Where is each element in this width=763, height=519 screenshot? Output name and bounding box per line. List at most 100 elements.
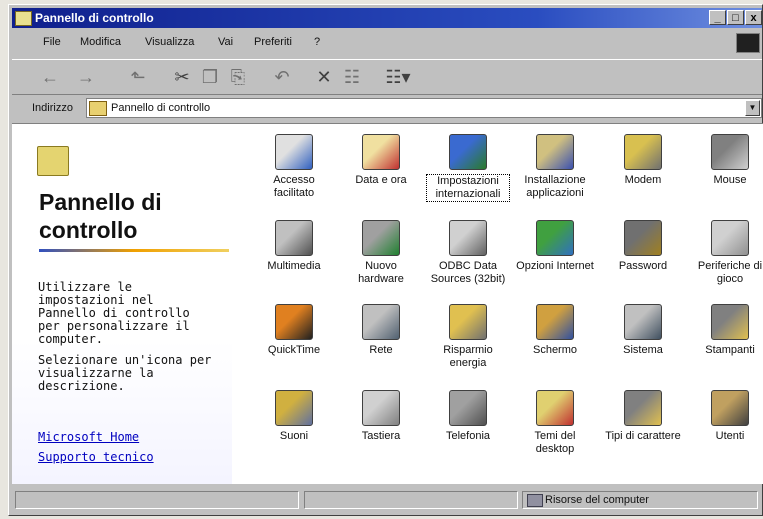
control-panel-item[interactable]: Installazione applicazioni: [513, 124, 597, 200]
item-label: QuickTime: [267, 344, 321, 356]
panel-description: Utilizzare le impostazioni nel Pannello …: [38, 280, 190, 346]
title-divider: [39, 249, 229, 252]
toolbar: ← → ⬑ ✂ ❐ ⎘ ↶ ✕ ☷ ☷▾: [12, 59, 762, 95]
maximize-button[interactable]: □: [727, 10, 744, 25]
telephony-icon: [449, 390, 487, 426]
paste-icon[interactable]: ⎘: [226, 66, 250, 88]
install-apps-icon: [536, 134, 574, 170]
item-label: Periferiche di gioco: [697, 260, 763, 285]
control-panel-item[interactable]: Impostazioni internazionali: [426, 124, 510, 202]
control-panel-window: Pannello di controllo _ □ x File Modific…: [8, 4, 763, 516]
item-label: Stampanti: [705, 344, 755, 356]
control-panel-item[interactable]: Rete: [339, 294, 423, 357]
menu-visualizza[interactable]: Visualizza: [145, 36, 194, 48]
title-bar[interactable]: Pannello di controllo _ □ x: [12, 8, 762, 28]
control-panel-item[interactable]: Modem: [601, 124, 685, 187]
control-panel-item[interactable]: QuickTime: [252, 294, 336, 357]
menu-bar: File Modifica Visualizza Vai Preferiti ?: [12, 32, 762, 53]
odbc-icon: [449, 220, 487, 256]
forward-arrow-icon[interactable]: →: [74, 66, 98, 88]
address-field[interactable]: Pannello di controllo ▼: [86, 98, 762, 118]
computer-small-icon: [527, 494, 543, 507]
item-label: Modem: [624, 174, 662, 186]
item-label: Data e ora: [355, 174, 407, 186]
control-panel-item[interactable]: Risparmio energia: [426, 294, 510, 370]
address-bar: Indirizzo Pannello di controllo ▼: [12, 97, 762, 119]
fonts-folder-icon: [624, 390, 662, 426]
address-dropdown-icon[interactable]: ▼: [745, 100, 760, 116]
item-label: Password: [618, 260, 668, 272]
menu-vai[interactable]: Vai: [218, 36, 233, 48]
control-panel-item[interactable]: Opzioni Internet: [513, 210, 597, 273]
properties-icon[interactable]: ☷: [340, 66, 364, 88]
control-panel-item[interactable]: Stampanti: [688, 294, 763, 357]
control-panel-item[interactable]: Utenti: [688, 380, 763, 443]
accessibility-icon: [275, 134, 313, 170]
item-label: Utenti: [715, 430, 745, 442]
control-panel-item[interactable]: Data e ora: [339, 124, 423, 187]
control-panel-small-icon: [89, 101, 107, 116]
support-link[interactable]: Supporto tecnico: [38, 450, 154, 464]
users-icon: [711, 390, 749, 426]
item-label: Suoni: [279, 430, 309, 442]
item-label: Sistema: [623, 344, 663, 356]
keys-icon: [624, 220, 662, 256]
back-arrow-icon[interactable]: ←: [38, 66, 62, 88]
network-icon: [362, 304, 400, 340]
calendar-clock-icon: [362, 134, 400, 170]
control-panel-item[interactable]: Accesso facilitato: [252, 124, 336, 200]
panel-hint: Selezionare un'icona per visualizzarne l…: [38, 353, 212, 393]
cut-icon[interactable]: ✂: [170, 66, 194, 88]
control-panel-item[interactable]: Schermo: [513, 294, 597, 357]
joystick-icon: [711, 220, 749, 256]
multimedia-icon: [275, 220, 313, 256]
control-panel-item[interactable]: ODBC Data Sources (32bit): [426, 210, 510, 286]
themes-icon: [536, 390, 574, 426]
control-panel-item[interactable]: Telefonia: [426, 380, 510, 443]
menu-help[interactable]: ?: [314, 36, 320, 48]
menu-modifica[interactable]: Modifica: [80, 36, 121, 48]
panel-title: Pannello di controllo: [39, 189, 162, 243]
globe-icon: [449, 134, 487, 170]
item-label: Risparmio energia: [443, 344, 493, 369]
item-label: Installazione applicazioni: [524, 174, 586, 199]
close-button[interactable]: x: [745, 10, 762, 25]
control-panel-item[interactable]: Temi del desktop: [513, 380, 597, 456]
item-label: Tipi di carattere: [605, 430, 681, 442]
window-title: Pannello di controllo: [35, 11, 154, 25]
windows-logo-icon: [736, 33, 760, 53]
control-panel-folder-icon: [37, 146, 69, 176]
display-icon: [536, 304, 574, 340]
menu-file[interactable]: File: [43, 36, 61, 48]
computer-icon: [624, 304, 662, 340]
control-panel-item[interactable]: Sistema: [601, 294, 685, 357]
control-panel-item[interactable]: Multimedia: [252, 210, 336, 273]
views-icon[interactable]: ☷▾: [378, 66, 418, 88]
copy-icon[interactable]: ❐: [198, 66, 222, 88]
internet-options-icon: [536, 220, 574, 256]
menu-preferiti[interactable]: Preferiti: [254, 36, 292, 48]
status-bar: Risorse del computer: [12, 487, 762, 511]
control-panel-item[interactable]: Suoni: [252, 380, 336, 443]
item-label: Opzioni Internet: [516, 260, 594, 272]
item-label: Mouse: [713, 174, 747, 186]
printers-folder-icon: [711, 304, 749, 340]
new-hardware-icon: [362, 220, 400, 256]
delete-icon[interactable]: ✕: [312, 66, 336, 88]
address-label: Indirizzo: [32, 102, 73, 114]
item-label: Telefonia: [445, 430, 491, 442]
up-folder-icon[interactable]: ⬑: [126, 66, 150, 88]
control-panel-item[interactable]: Tastiera: [339, 380, 423, 443]
control-panel-item[interactable]: Mouse: [688, 124, 763, 187]
item-label: Rete: [369, 344, 393, 356]
control-panel-item[interactable]: Nuovo hardware: [339, 210, 423, 286]
undo-icon[interactable]: ↶: [270, 66, 294, 88]
minimize-button[interactable]: _: [709, 10, 726, 25]
microsoft-home-link[interactable]: Microsoft Home: [38, 430, 139, 444]
status-pane-zone: Risorse del computer: [522, 491, 758, 509]
modem-phone-icon: [624, 134, 662, 170]
content-area: Pannello di controllo Utilizzare le impo…: [12, 123, 763, 484]
control-panel-item[interactable]: Password: [601, 210, 685, 273]
control-panel-item[interactable]: Tipi di carattere: [601, 380, 685, 443]
control-panel-item[interactable]: Periferiche di gioco: [688, 210, 763, 286]
